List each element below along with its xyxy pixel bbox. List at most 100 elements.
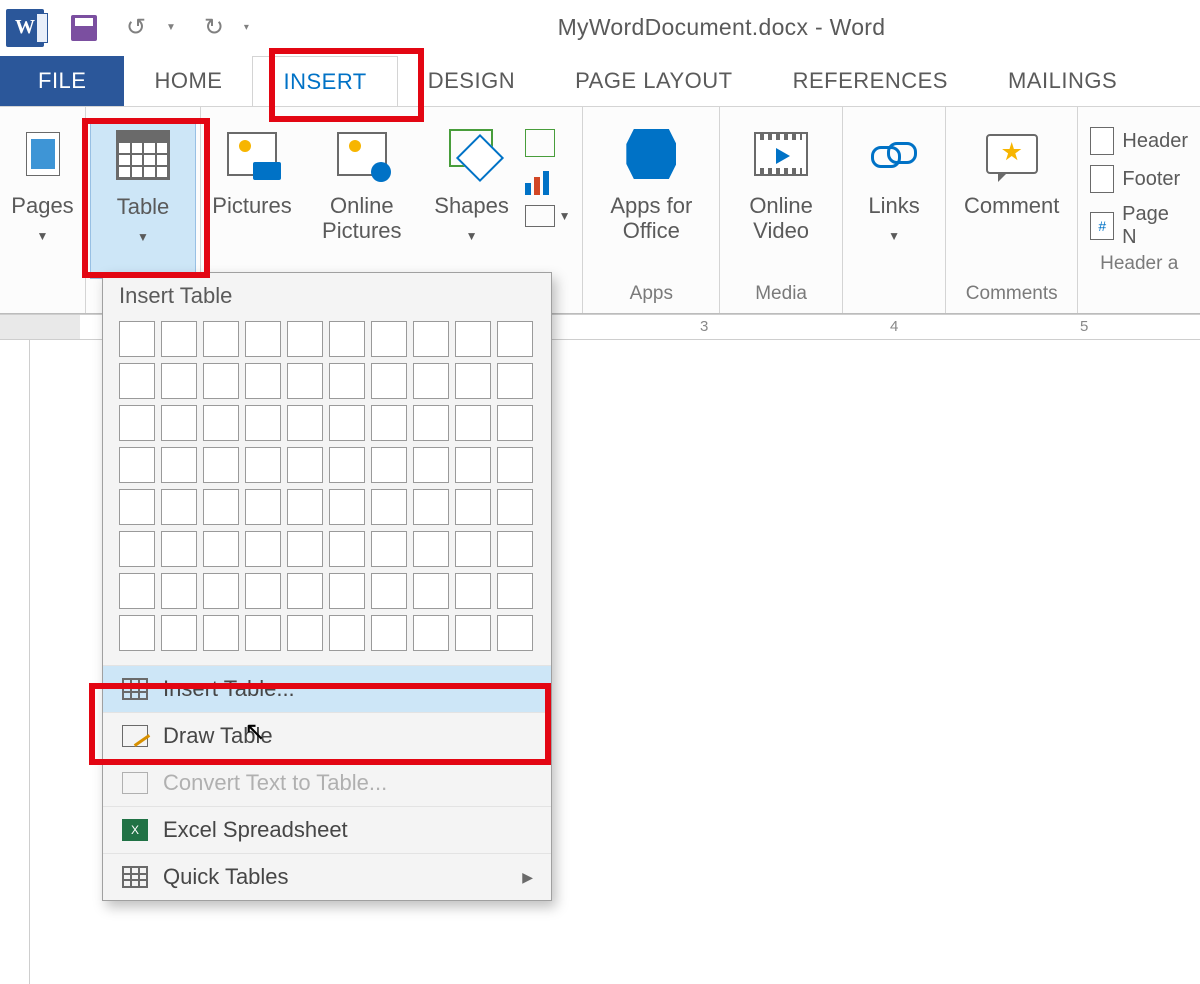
grid-cell[interactable] xyxy=(329,321,365,357)
grid-cell[interactable] xyxy=(119,573,155,609)
grid-cell[interactable] xyxy=(119,447,155,483)
grid-cell[interactable] xyxy=(329,531,365,567)
grid-cell[interactable] xyxy=(497,321,533,357)
grid-cell[interactable] xyxy=(329,405,365,441)
menu-excel-spreadsheet[interactable]: Excel Spreadsheet xyxy=(103,806,551,853)
save-button[interactable] xyxy=(70,14,98,42)
grid-cell[interactable] xyxy=(497,573,533,609)
grid-cell[interactable] xyxy=(287,405,323,441)
tab-home[interactable]: HOME xyxy=(124,56,252,106)
grid-cell[interactable] xyxy=(203,405,239,441)
grid-cell[interactable] xyxy=(329,489,365,525)
grid-cell[interactable] xyxy=(287,573,323,609)
grid-cell[interactable] xyxy=(119,615,155,651)
footer-button[interactable]: Footer xyxy=(1090,165,1188,193)
grid-cell[interactable] xyxy=(161,573,197,609)
page-number-button[interactable]: Page N xyxy=(1090,203,1188,249)
grid-cell[interactable] xyxy=(371,531,407,567)
grid-cell[interactable] xyxy=(455,573,491,609)
grid-cell[interactable] xyxy=(455,489,491,525)
grid-cell[interactable] xyxy=(161,363,197,399)
grid-cell[interactable] xyxy=(245,531,281,567)
grid-cell[interactable] xyxy=(371,573,407,609)
links-button[interactable]: Links ▼ xyxy=(855,119,933,279)
grid-cell[interactable] xyxy=(203,321,239,357)
smartart-button[interactable] xyxy=(525,129,571,157)
menu-insert-table[interactable]: Insert Table... xyxy=(103,665,551,712)
grid-cell[interactable] xyxy=(161,489,197,525)
grid-cell[interactable] xyxy=(371,405,407,441)
grid-cell[interactable] xyxy=(119,531,155,567)
grid-cell[interactable] xyxy=(371,615,407,651)
grid-cell[interactable] xyxy=(119,321,155,357)
grid-cell[interactable] xyxy=(497,489,533,525)
tab-file[interactable]: FILE xyxy=(0,56,124,106)
grid-cell[interactable] xyxy=(455,447,491,483)
grid-cell[interactable] xyxy=(119,489,155,525)
grid-cell[interactable] xyxy=(329,573,365,609)
menu-quick-tables[interactable]: Quick Tables ▶ xyxy=(103,853,551,900)
grid-cell[interactable] xyxy=(413,489,449,525)
grid-cell[interactable] xyxy=(371,447,407,483)
grid-cell[interactable] xyxy=(455,531,491,567)
grid-cell[interactable] xyxy=(203,531,239,567)
table-size-grid[interactable] xyxy=(103,317,551,665)
apps-for-office-button[interactable]: Apps for Office xyxy=(595,119,707,279)
grid-cell[interactable] xyxy=(203,363,239,399)
grid-cell[interactable] xyxy=(161,531,197,567)
grid-cell[interactable] xyxy=(287,531,323,567)
online-video-button[interactable]: Online Video xyxy=(732,119,830,279)
grid-cell[interactable] xyxy=(455,363,491,399)
grid-cell[interactable] xyxy=(287,363,323,399)
grid-cell[interactable] xyxy=(413,321,449,357)
grid-cell[interactable] xyxy=(161,321,197,357)
grid-cell[interactable] xyxy=(203,573,239,609)
grid-cell[interactable] xyxy=(203,489,239,525)
grid-cell[interactable] xyxy=(413,615,449,651)
grid-cell[interactable] xyxy=(287,615,323,651)
comment-button[interactable]: Comment xyxy=(958,119,1065,279)
grid-cell[interactable] xyxy=(329,615,365,651)
grid-cell[interactable] xyxy=(497,363,533,399)
undo-dropdown[interactable]: ▼ xyxy=(166,22,176,33)
table-button[interactable]: Table ▼ xyxy=(90,119,196,279)
grid-cell[interactable] xyxy=(161,405,197,441)
grid-cell[interactable] xyxy=(245,321,281,357)
grid-cell[interactable] xyxy=(413,531,449,567)
online-pictures-button[interactable]: Online Pictures xyxy=(305,119,419,279)
grid-cell[interactable] xyxy=(329,363,365,399)
grid-cell[interactable] xyxy=(497,405,533,441)
redo-button[interactable]: ↻ xyxy=(200,14,228,42)
grid-cell[interactable] xyxy=(245,489,281,525)
grid-cell[interactable] xyxy=(287,321,323,357)
grid-cell[interactable] xyxy=(371,489,407,525)
grid-cell[interactable] xyxy=(287,489,323,525)
grid-cell[interactable] xyxy=(203,447,239,483)
tab-insert[interactable]: INSERT xyxy=(252,56,397,107)
grid-cell[interactable] xyxy=(245,573,281,609)
grid-cell[interactable] xyxy=(161,447,197,483)
grid-cell[interactable] xyxy=(455,405,491,441)
tab-references[interactable]: REFERENCES xyxy=(763,56,978,106)
tab-design[interactable]: DESIGN xyxy=(398,56,545,106)
tab-page-layout[interactable]: PAGE LAYOUT xyxy=(545,56,763,106)
grid-cell[interactable] xyxy=(245,405,281,441)
grid-cell[interactable] xyxy=(329,447,365,483)
tab-mailings[interactable]: MAILINGS xyxy=(978,56,1147,106)
grid-cell[interactable] xyxy=(245,363,281,399)
grid-cell[interactable] xyxy=(203,615,239,651)
grid-cell[interactable] xyxy=(245,615,281,651)
grid-cell[interactable] xyxy=(497,447,533,483)
grid-cell[interactable] xyxy=(245,447,281,483)
grid-cell[interactable] xyxy=(497,531,533,567)
menu-draw-table[interactable]: Draw Table xyxy=(103,712,551,759)
grid-cell[interactable] xyxy=(119,363,155,399)
grid-cell[interactable] xyxy=(287,447,323,483)
grid-cell[interactable] xyxy=(119,405,155,441)
grid-cell[interactable] xyxy=(455,321,491,357)
pages-button[interactable]: Pages ▼ xyxy=(4,119,82,279)
grid-cell[interactable] xyxy=(161,615,197,651)
grid-cell[interactable] xyxy=(413,363,449,399)
undo-button[interactable]: ↻ xyxy=(122,14,150,42)
pictures-button[interactable]: Pictures xyxy=(213,119,291,279)
